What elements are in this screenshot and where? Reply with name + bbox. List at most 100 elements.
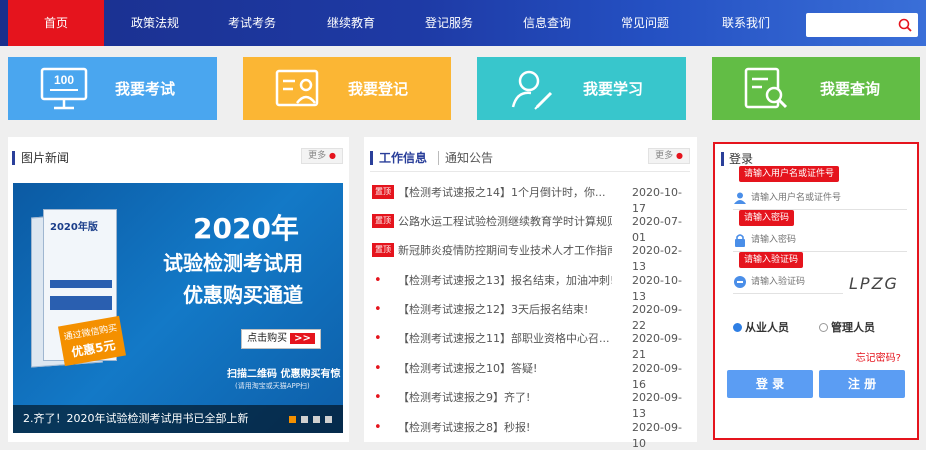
news-date: 2020-09-13 — [632, 391, 682, 420]
bullet-icon: • — [374, 420, 382, 435]
more-dot-icon: ● — [675, 151, 683, 160]
user-icon — [734, 192, 746, 204]
banner-scan: 扫描二维码 优惠购买有惊 — [227, 369, 341, 380]
monitor-icon: 100 — [40, 67, 88, 110]
tile-register-label: 我要登记 — [348, 80, 409, 98]
slide-dot-4[interactable] — [325, 416, 332, 423]
buy-label: 点击购买 — [247, 333, 288, 344]
book-title: 2020年版 — [50, 222, 98, 233]
news-title[interactable]: 【检测考试速报之13】报名结束，加油冲刺! — [398, 273, 612, 289]
slide-dot-2[interactable] — [301, 416, 308, 423]
news-title[interactable]: 新冠肺炎疫情防控期间专业技术人才工作指南 — [398, 243, 612, 259]
tile-query-label: 我要查询 — [820, 80, 881, 98]
tab-work-info[interactable]: 工作信息 — [370, 151, 427, 165]
tile-register[interactable]: 我要登记 — [243, 57, 451, 120]
news-title[interactable]: 【检测考试速报之9】齐了! — [398, 390, 612, 406]
nav-home[interactable]: 首页 — [8, 0, 104, 46]
photo-news-title: 图片新闻 — [12, 151, 69, 165]
nav-register-service[interactable]: 登记服务 — [404, 0, 494, 46]
photo-news-more-label: 更多 — [308, 151, 327, 161]
photo-news-more-button[interactable]: 更多 ● — [301, 148, 343, 164]
role-admin-radio[interactable]: 管理人员 — [819, 319, 875, 335]
password-input[interactable] — [751, 230, 901, 250]
news-row[interactable]: 置顶 公路水运工程试验检测继续教育学时计算规则 2020-07-01 — [372, 214, 692, 244]
captcha-image[interactable]: LPZG — [849, 274, 899, 293]
password-tip: 请输入密码 — [739, 210, 795, 226]
news-date: 2020-02-13 — [632, 244, 682, 273]
news-row[interactable]: • 【检测考试速报之8】秒报! 2020-09-10 — [372, 420, 692, 450]
pinned-badge: 置顶 — [372, 214, 394, 228]
role-employee-radio[interactable]: 从业人员 — [733, 319, 789, 335]
top-nav: 首页 政策法规 考试考务 继续教育 登记服务 信息查询 常见问题 联系我们 — [0, 0, 926, 46]
news-date: 2020-07-01 — [632, 215, 682, 244]
nav-policy[interactable]: 政策法规 — [110, 0, 200, 46]
lock-icon — [735, 234, 745, 247]
radio-unchecked-icon — [819, 323, 828, 332]
nav-exam[interactable]: 考试考务 — [207, 0, 297, 46]
learn-user-icon — [511, 70, 553, 110]
tile-exam[interactable]: 100 我要考试 — [8, 57, 217, 120]
news-title[interactable]: 【检测考试速报之14】1个月倒计时，你... — [398, 185, 612, 201]
news-banner[interactable]: 2020年版 通过微信购买 优惠5元 2020年 试验检测考试用 优惠购买通道 … — [13, 183, 343, 433]
username-input[interactable] — [751, 188, 901, 208]
bullet-icon: • — [374, 302, 382, 317]
slide-dot-3[interactable] — [313, 416, 320, 423]
news-row[interactable]: • 【检测考试速报之10】答疑! 2020-09-16 — [372, 361, 692, 391]
nav-education[interactable]: 继续教育 — [306, 0, 396, 46]
bullet-icon: • — [374, 331, 382, 346]
news-title[interactable]: 公路水运工程试验检测继续教育学时计算规则 — [398, 214, 612, 230]
pinned-badge: 置顶 — [372, 243, 394, 257]
tab-notice[interactable]: 通知公告 — [438, 151, 493, 165]
search-icon[interactable] — [897, 17, 913, 33]
captcha-tip: 请输入验证码 — [739, 252, 804, 268]
news-more-button[interactable]: 更多 ● — [648, 148, 690, 164]
buy-arrow: >> — [290, 333, 315, 344]
tile-learn[interactable]: 我要学习 — [477, 57, 686, 120]
search-doc-icon — [744, 67, 788, 109]
bullet-icon: • — [374, 390, 382, 405]
nav-contact[interactable]: 联系我们 — [698, 0, 794, 46]
captcha-input[interactable] — [751, 272, 839, 292]
news-title[interactable]: 【检测考试速报之12】3天后报名结束! — [398, 302, 612, 318]
news-title[interactable]: 【检测考试速报之8】秒报! — [398, 420, 612, 436]
book-stripe-2 — [50, 296, 112, 310]
search-box — [806, 13, 918, 37]
news-date: 2020-09-16 — [632, 362, 682, 391]
search-input[interactable] — [806, 13, 894, 37]
news-date: 2020-10-13 — [632, 274, 682, 303]
news-date: 2020-09-22 — [632, 303, 682, 332]
news-date: 2020-10-17 — [632, 186, 682, 215]
news-divider — [370, 171, 690, 172]
radio-checked-icon — [733, 323, 742, 332]
news-row[interactable]: • 【检测考试速报之12】3天后报名结束! 2020-09-22 — [372, 302, 692, 332]
pinned-badge: 置顶 — [372, 185, 394, 199]
news-date: 2020-09-10 — [632, 421, 682, 450]
news-row[interactable]: • 【检测考试速报之9】齐了! 2020-09-13 — [372, 390, 692, 420]
forgot-password-link[interactable]: 忘记密码? — [856, 349, 901, 364]
banner-scan-sub: (请用淘宝或天猫APP扫) — [235, 382, 310, 390]
news-title[interactable]: 【检测考试速报之10】答疑! — [398, 361, 612, 377]
slide-dot-1[interactable] — [289, 416, 296, 423]
news-row[interactable]: • 【检测考试速报之11】部职业资格中心召... 2020-09-21 — [372, 331, 692, 361]
banner-line3: 优惠购买通道 — [183, 283, 303, 307]
news-more-label: 更多 — [655, 151, 674, 161]
news-row[interactable]: 置顶 【检测考试速报之14】1个月倒计时，你... 2020-10-17 — [372, 185, 692, 215]
role-admin-label: 管理人员 — [831, 321, 875, 334]
bullet-icon: • — [374, 361, 382, 376]
news-title[interactable]: 【检测考试速报之11】部职业资格中心召... — [398, 331, 612, 347]
book-stripe — [50, 280, 112, 288]
captcha-field — [733, 270, 843, 294]
role-employee-label: 从业人员 — [745, 321, 789, 334]
news-row[interactable]: • 【检测考试速报之13】报名结束，加油冲刺! 2020-10-13 — [372, 273, 692, 303]
news-row[interactable]: 置顶 新冠肺炎疫情防控期间专业技术人才工作指南 2020-02-13 — [372, 243, 692, 273]
tile-query[interactable]: 我要查询 — [712, 57, 920, 120]
news-date: 2020-09-21 — [632, 332, 682, 361]
login-button[interactable]: 登 录 — [727, 370, 813, 398]
username-tip: 请输入用户名或证件号 — [739, 166, 840, 182]
register-button[interactable]: 注 册 — [819, 370, 905, 398]
banner-line2: 试验检测考试用 — [163, 251, 303, 275]
buy-button[interactable]: 点击购买 >> — [241, 329, 321, 349]
password-field — [733, 228, 907, 252]
nav-faq[interactable]: 常见问题 — [600, 0, 690, 46]
nav-info-query[interactable]: 信息查询 — [502, 0, 592, 46]
